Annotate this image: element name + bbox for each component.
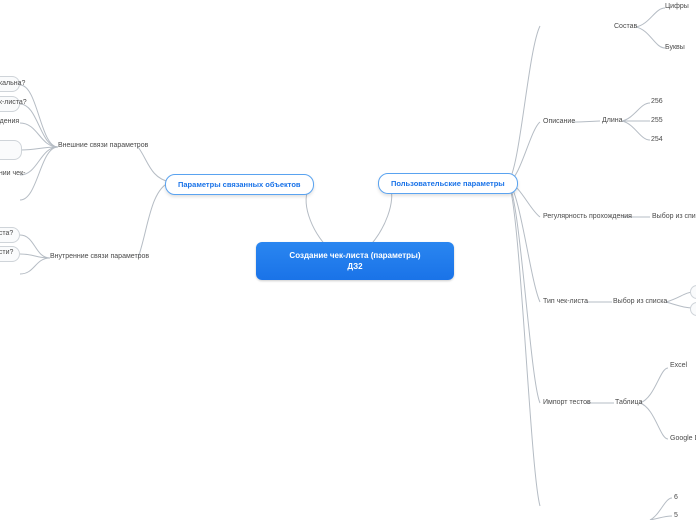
leaf-fragment-3: ждения [0, 118, 19, 125]
leaf-pill-4 [0, 140, 22, 160]
node-external-links[interactable]: Внешние связи параметров [58, 142, 148, 149]
central-node[interactable]: Создание чек-листа (параметры) ДЗ2 [256, 242, 454, 280]
node-regularity[interactable]: Регулярность прохождения [543, 213, 632, 220]
node-import-tests[interactable]: Импорт тестов [543, 399, 591, 406]
node-regularity-select[interactable]: Выбор из спи [652, 213, 696, 220]
node-excel[interactable]: Excel [670, 362, 687, 369]
node-255[interactable]: 255 [651, 117, 663, 124]
node-256[interactable]: 256 [651, 98, 663, 105]
central-title-line1: Создание чек-листа (параметры) [270, 250, 440, 261]
node-internal-links[interactable]: Внутренние связи параметров [50, 253, 149, 260]
node-tip-select[interactable]: Выбор из списка [613, 298, 667, 305]
node-google[interactable]: Google D [670, 435, 696, 442]
node-digits[interactable]: Цифры [665, 3, 689, 10]
leaf-pill-r1 [690, 285, 696, 299]
node-tip-cheklista[interactable]: Тип чек-листа [543, 298, 588, 305]
node-tablitsa[interactable]: Таблица [615, 399, 642, 406]
central-title-line2: ДЗ2 [270, 261, 440, 272]
node-opisanie[interactable]: Описание [543, 118, 575, 125]
node-num-6[interactable]: 6 [674, 494, 678, 501]
node-dlina[interactable]: Длина [602, 117, 623, 124]
leaf-fragment-2: ек-листа? [0, 99, 27, 106]
leaf-fragment-4: ении чек- [0, 170, 25, 177]
leaf-fragment-7: ости? [0, 249, 13, 256]
node-letters[interactable]: Буквы [665, 44, 685, 51]
mindmap-canvas: Создание чек-листа (параметры) ДЗ2 Парам… [0, 0, 696, 520]
leaf-pill-r2 [690, 302, 696, 316]
node-254[interactable]: 254 [651, 136, 663, 143]
node-sostav[interactable]: Состав [614, 23, 637, 30]
node-user-params[interactable]: Пользовательские параметры [378, 173, 518, 194]
node-num-5[interactable]: 5 [674, 512, 678, 519]
leaf-fragment-1: икальна? [0, 80, 25, 87]
leaf-fragment-6: иста? [0, 230, 13, 237]
node-linked-params[interactable]: Параметры связанных объектов [165, 174, 314, 195]
